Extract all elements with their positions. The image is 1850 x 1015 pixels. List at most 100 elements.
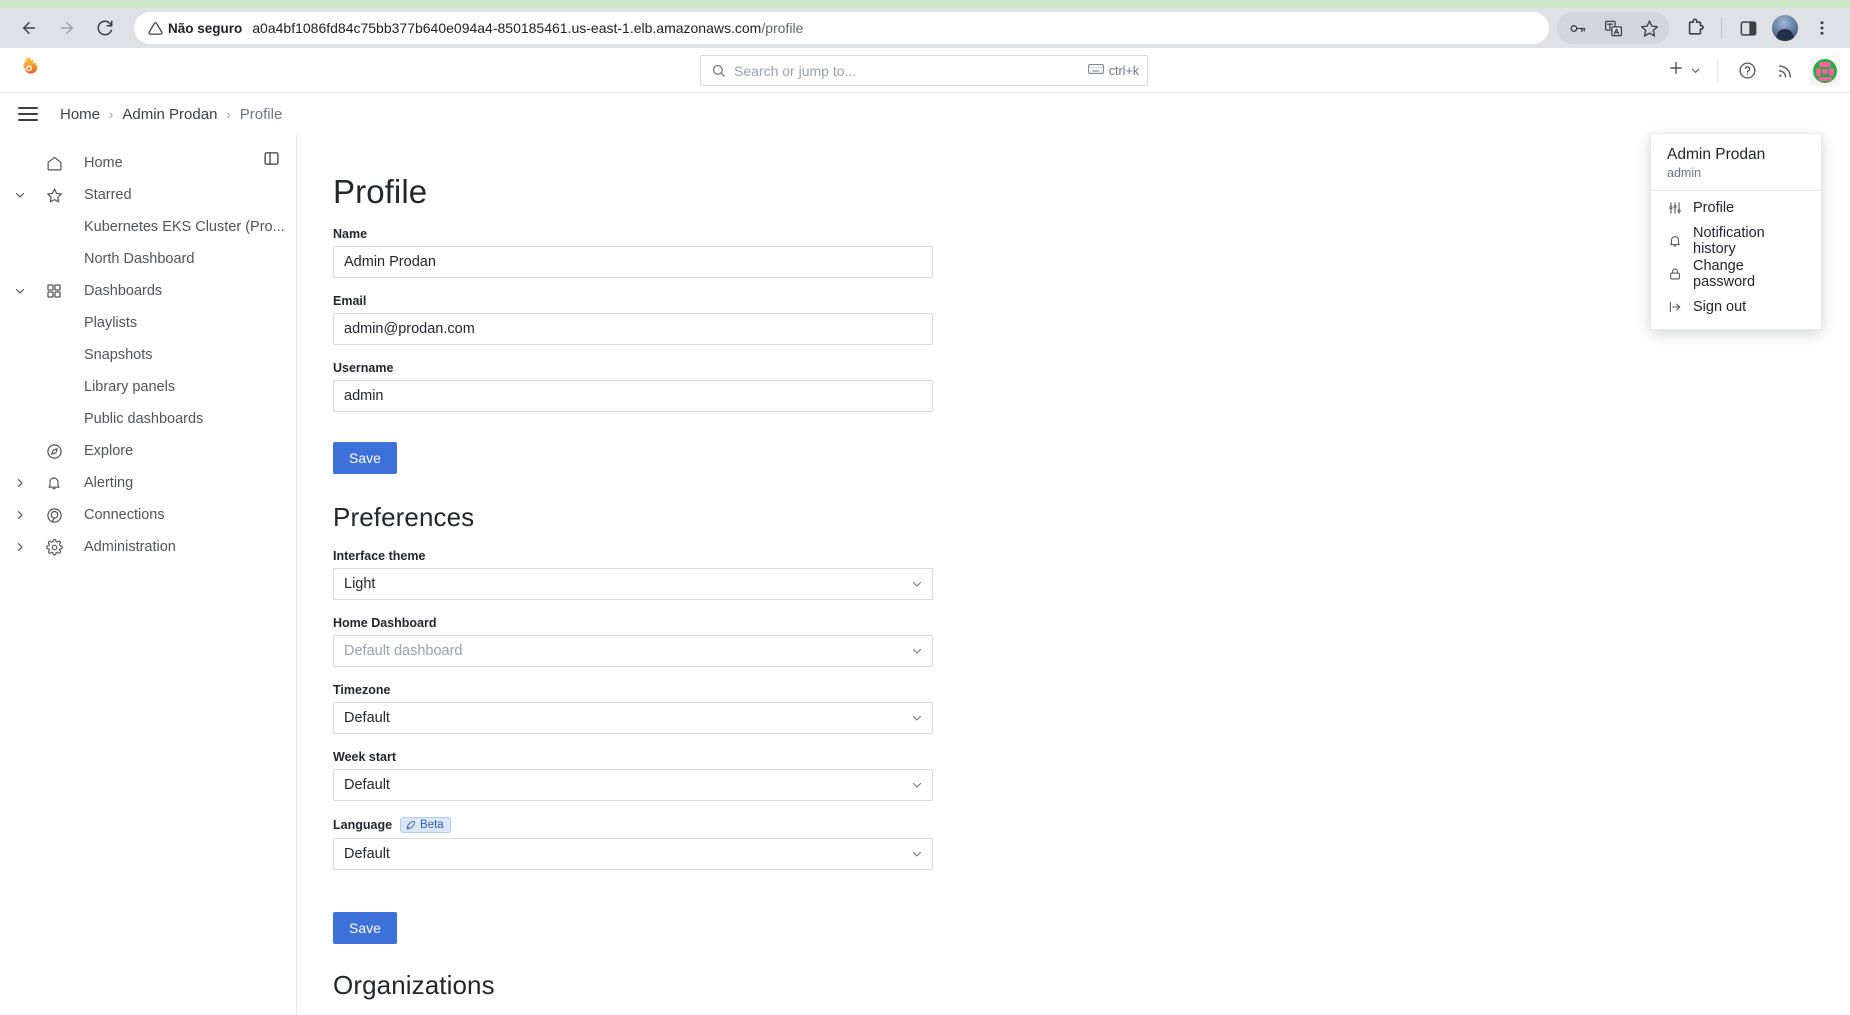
user-profile-menu-button[interactable]	[1810, 55, 1840, 86]
top-nav-divider	[1717, 59, 1718, 82]
sidebar-item-label: Home	[84, 155, 123, 171]
dropdown-item-sign-out[interactable]: Sign out	[1651, 290, 1821, 323]
field-label: Language Beta	[333, 817, 933, 833]
sidebar-item-label: Library panels	[84, 379, 176, 395]
sidebar-item-label: Administration	[84, 539, 176, 555]
field-label-text: Language	[333, 818, 393, 832]
search-icon	[711, 63, 726, 78]
address-bar[interactable]: Não seguro a0a4bf1086fd84c75bb377b640e09…	[134, 12, 1549, 44]
select-value: Default	[344, 846, 390, 862]
sidebar-item-connections[interactable]: Connections	[0, 499, 296, 531]
grafana-app: Search or jump to... ctrl+k Home › Admin…	[0, 48, 1850, 1015]
interface-theme-select[interactable]: Light	[333, 568, 933, 600]
search-shortcut-label: ctrl+k	[1108, 63, 1139, 78]
sidebar-item-playlists[interactable]: Playlists	[0, 307, 296, 339]
dropdown-item-change-password[interactable]: Change password	[1651, 257, 1821, 290]
dropdown-item-notification-history[interactable]: Notification history	[1651, 224, 1821, 257]
compass-icon	[45, 442, 63, 460]
search-input[interactable]: Search or jump to... ctrl+k	[700, 55, 1148, 86]
forward-button[interactable]	[51, 12, 83, 44]
preferences-title: Preferences	[333, 502, 475, 532]
breadcrumb-item-home[interactable]: Home	[60, 106, 100, 123]
main-content: Profile Name Admin Prodan Email admin@pr…	[297, 135, 1850, 1015]
sign-out-icon	[1667, 299, 1683, 315]
home-dashboard-select[interactable]: Default dashboard	[333, 635, 933, 667]
sidebar-item-dashboards[interactable]: Dashboards	[0, 275, 296, 307]
sidebar-item-snapshots[interactable]: Snapshots	[0, 339, 296, 371]
side-panel-icon[interactable]	[1732, 12, 1764, 44]
sidebar-item-label: Alerting	[84, 475, 134, 491]
field-email: Email admin@prodan.com	[333, 294, 933, 345]
hamburger-menu-icon[interactable]	[18, 107, 38, 121]
bell-icon	[45, 474, 63, 492]
field-home-dashboard: Home Dashboard Default dashboard	[333, 616, 933, 667]
sidebar-item-starred[interactable]: Starred	[0, 179, 296, 211]
chevron-right-icon[interactable]	[12, 475, 28, 491]
dropdown-item-label: Sign out	[1693, 298, 1747, 315]
chevron-right-icon[interactable]	[12, 507, 28, 523]
extensions-puzzle-icon[interactable]	[1679, 12, 1711, 44]
organizations-title: Organizations	[333, 970, 495, 1000]
dropdown-user-header: Admin Prodan admin	[1651, 134, 1821, 190]
chevron-down-icon[interactable]	[12, 187, 28, 203]
sidebar-item-public-dashboards[interactable]: Public dashboards	[0, 403, 296, 435]
browser-profile-avatar[interactable]	[1772, 15, 1798, 41]
browser-toolbar-right	[1557, 12, 1840, 44]
reload-button[interactable]	[89, 12, 121, 44]
add-new-button[interactable]	[1667, 59, 1701, 82]
select-value: Default	[344, 710, 390, 726]
breadcrumb-separator: ›	[109, 106, 114, 122]
dropdown-item-label: Notification history	[1693, 224, 1765, 257]
sidebar-item-administration[interactable]: Administration	[0, 531, 296, 563]
chevron-down-icon[interactable]	[12, 283, 28, 299]
bookmark-star-icon[interactable]	[1633, 12, 1665, 44]
field-label: Week start	[333, 750, 396, 764]
page-title: Profile	[333, 173, 428, 210]
field-label: Email	[333, 294, 367, 308]
gear-icon	[45, 538, 63, 556]
username-input[interactable]: admin	[333, 380, 933, 412]
field-username: Username admin	[333, 361, 933, 412]
name-input[interactable]: Admin Prodan	[333, 246, 933, 278]
save-profile-button[interactable]: Save	[333, 442, 397, 474]
field-label: Timezone	[333, 683, 391, 697]
three-dot-menu-icon[interactable]	[1806, 12, 1838, 44]
browser-chrome: Não seguro a0a4bf1086fd84c75bb377b640e09…	[0, 0, 1850, 48]
breadcrumb-item-admin-prodan[interactable]: Admin Prodan	[122, 106, 217, 123]
chevron-down-icon	[911, 578, 923, 590]
email-input[interactable]: admin@prodan.com	[333, 313, 933, 345]
sidebar-item-alerting[interactable]: Alerting	[0, 467, 296, 499]
week-start-select[interactable]: Default	[333, 769, 933, 801]
chevron-right-icon[interactable]	[12, 539, 28, 555]
sidebar-item-north-dashboard[interactable]: North Dashboard	[0, 243, 296, 275]
sidebar-item-label: Explore	[84, 443, 134, 459]
security-chip[interactable]: Não seguro	[148, 21, 242, 36]
dropdown-item-profile[interactable]: Profile	[1651, 191, 1821, 224]
beta-badge-label: Beta	[420, 819, 444, 831]
select-placeholder: Default dashboard	[344, 643, 463, 659]
back-button[interactable]	[13, 12, 45, 44]
key-icon[interactable]	[1561, 12, 1593, 44]
field-label: Name	[333, 227, 368, 241]
sidebar-item-label: Snapshots	[84, 347, 153, 363]
field-label: Interface theme	[333, 549, 426, 563]
rss-news-icon[interactable]	[1770, 56, 1800, 86]
save-preferences-button[interactable]: Save	[333, 912, 397, 944]
chevron-down-icon	[911, 645, 923, 657]
translate-icon[interactable]	[1597, 12, 1629, 44]
sidebar-item-kubernetes-eks-cluster[interactable]: Kubernetes EKS Cluster (Pro...	[0, 211, 296, 243]
global-search[interactable]: Search or jump to... ctrl+k	[700, 55, 1148, 86]
timezone-select[interactable]: Default	[333, 702, 933, 734]
sidebar-item-library-panels[interactable]: Library panels	[0, 371, 296, 403]
sidebar: Home Starred Kubernetes EKS Cluster (Pro…	[0, 135, 297, 1015]
sidebar-item-home[interactable]: Home	[0, 147, 296, 179]
security-label: Não seguro	[168, 20, 243, 36]
language-select[interactable]: Default	[333, 838, 933, 870]
star-icon	[45, 186, 63, 204]
field-label: Username	[333, 361, 394, 375]
field-name: Name Admin Prodan	[333, 227, 933, 278]
dropdown-item-label: Profile	[1693, 199, 1735, 216]
grafana-logo-icon[interactable]	[15, 56, 43, 84]
sidebar-item-explore[interactable]: Explore	[0, 435, 296, 467]
help-circle-icon[interactable]	[1732, 56, 1762, 86]
